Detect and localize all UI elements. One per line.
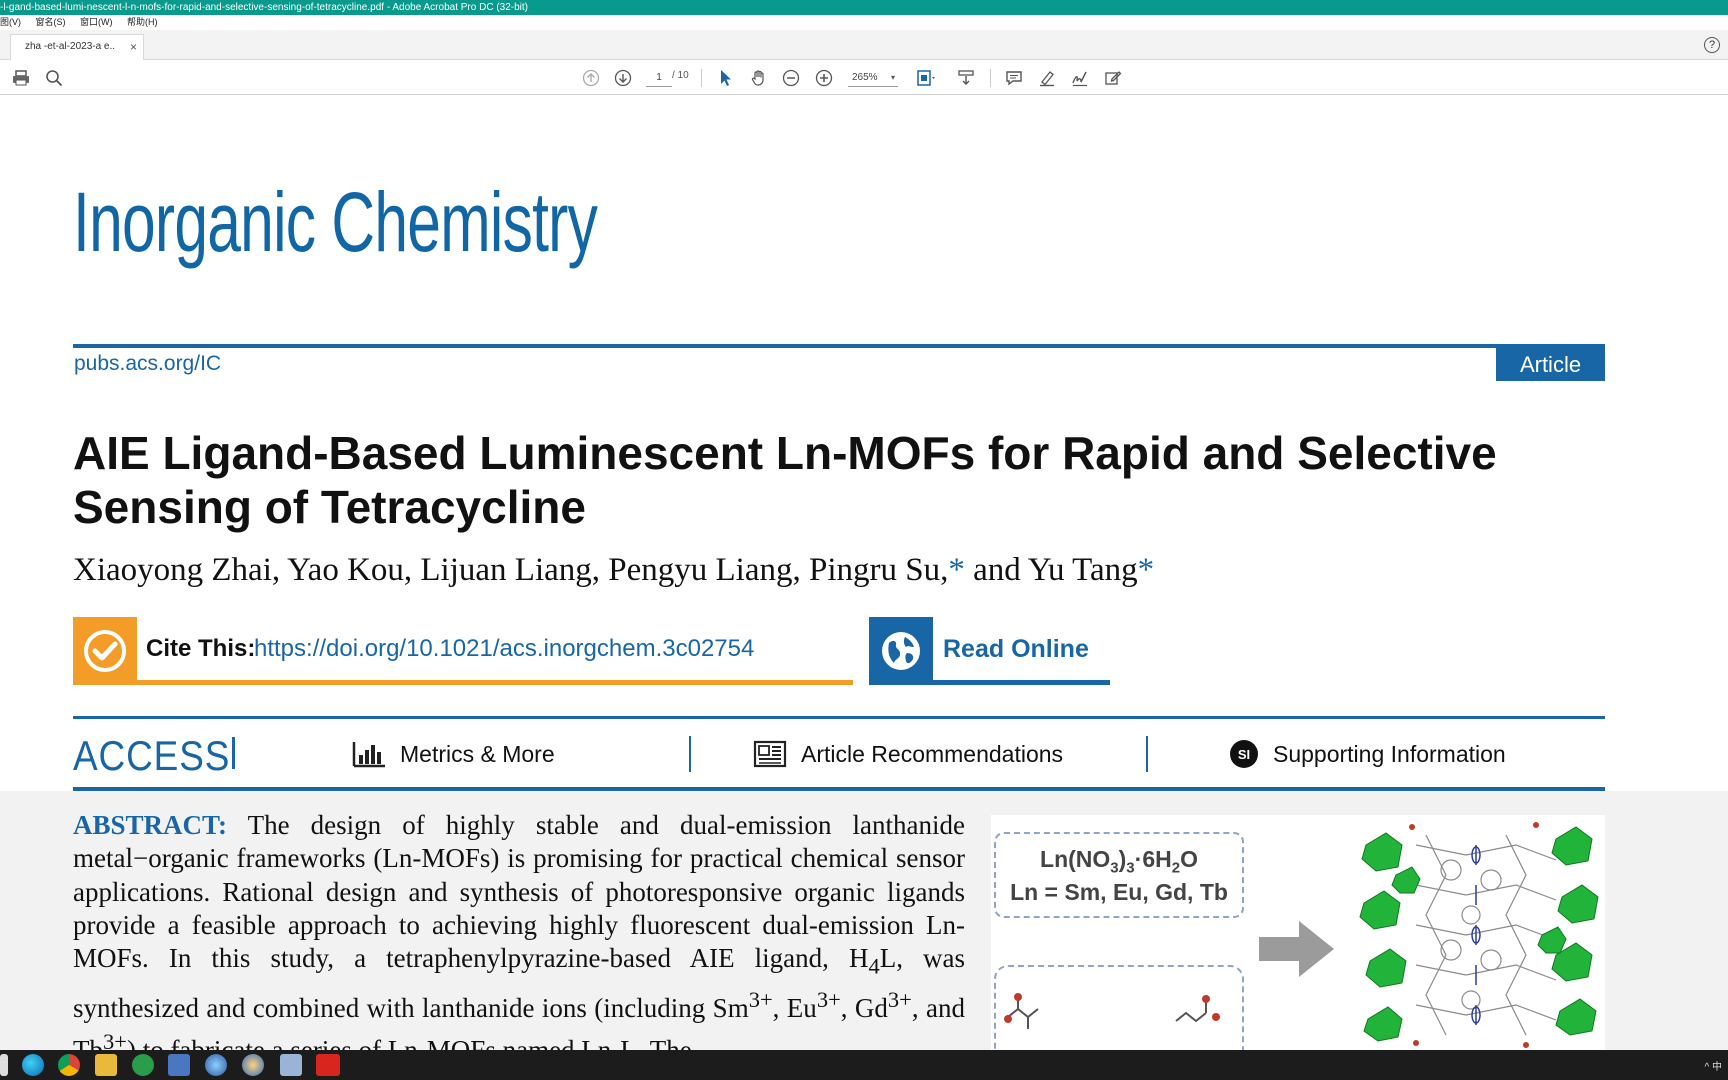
print-icon[interactable] xyxy=(10,66,32,90)
supporting-information-link[interactable]: SI Supporting Information xyxy=(1229,739,1506,769)
read-online-label: Read Online xyxy=(943,635,1089,663)
corresponding-author-mark[interactable]: * xyxy=(948,552,965,588)
metrics-more-label: Metrics & More xyxy=(400,740,555,767)
author-list: Xiaoyong Zhai, Yao Kou, Lijuan Liang, Pe… xyxy=(73,552,1154,589)
ligand-structure-box xyxy=(994,965,1244,1050)
page-total: / 10 xyxy=(672,70,689,81)
close-icon[interactable]: × xyxy=(130,35,137,59)
zoom-level-value: 265% xyxy=(852,72,878,83)
document-tab[interactable]: zha -et-al-2023-a e.. × xyxy=(10,34,144,60)
zoom-in-icon[interactable] xyxy=(813,66,835,90)
menu-sign[interactable]: 窗名(S) xyxy=(36,17,66,27)
help-icon[interactable]: ? xyxy=(1704,37,1720,53)
access-label: ACCESS xyxy=(73,732,231,779)
journal-title: Inorganic Chemistry xyxy=(73,175,598,269)
fit-page-icon[interactable] xyxy=(914,66,940,90)
doi-link[interactable]: https://doi.org/10.1021/acs.inorgchem.3c… xyxy=(254,635,754,663)
toolbar: / 10 265% ▾ xyxy=(0,61,1728,95)
article-type-badge: Article xyxy=(1496,348,1605,381)
article-recommendations-link[interactable]: Article Recommendations xyxy=(753,739,1063,769)
header-rule xyxy=(73,344,1605,348)
browser-icon[interactable] xyxy=(205,1054,227,1076)
folder-icon[interactable] xyxy=(95,1054,117,1076)
select-icon[interactable] xyxy=(716,66,736,90)
toolbar-divider xyxy=(990,69,991,87)
wechat-icon[interactable] xyxy=(132,1054,154,1076)
cite-label: Cite This: xyxy=(146,635,256,662)
window-title: -l-gand-based-lumi-nescent-l-n-mofs-for-… xyxy=(0,2,528,13)
authors-text: Xiaoyong Zhai, Yao Kou, Lijuan Liang, Pe… xyxy=(73,552,949,588)
toolbar-divider xyxy=(701,69,702,87)
corresponding-author-mark[interactable]: * xyxy=(1138,552,1155,588)
edge-icon[interactable] xyxy=(22,1054,44,1076)
right-arrow-icon xyxy=(1259,921,1334,977)
globe-icon xyxy=(869,617,933,685)
page-number-input[interactable] xyxy=(646,69,672,87)
paper-title: AIE Ligand-Based Luminescent Ln-MOFs for… xyxy=(73,427,1497,533)
si-icon-text: SI xyxy=(1238,747,1250,762)
search-icon[interactable] xyxy=(43,66,65,90)
toc-graphic: Ln(NO3)3·6H2O Ln = Sm, Eu, Gd, Tb xyxy=(991,815,1605,1050)
page-up-icon[interactable] xyxy=(580,66,602,90)
page-down-icon[interactable] xyxy=(612,66,634,90)
journal-site-link[interactable]: pubs.acs.org/IC xyxy=(74,352,221,376)
edit-icon[interactable] xyxy=(1102,66,1124,90)
access-divider xyxy=(232,737,235,769)
tab-bar: zha -et-al-2023-a e.. × ? xyxy=(0,30,1728,60)
access-separator xyxy=(689,736,691,772)
comment-icon[interactable] xyxy=(1003,66,1025,90)
crystal-structure-image xyxy=(1359,822,1599,1048)
article-recommendations-label: Article Recommendations xyxy=(801,740,1064,767)
access-rule-top xyxy=(73,716,1605,719)
zoom-out-icon[interactable] xyxy=(780,66,802,90)
ligand-structure-fragment xyxy=(1004,993,1220,1029)
pdf-page: Inorganic Chemistry pubs.acs.org/IC Arti… xyxy=(0,96,1728,1050)
sign-icon[interactable] xyxy=(1069,66,1091,90)
si-icon: SI xyxy=(1229,739,1259,769)
abstract-text: ABSTRACT: The design of highly stable an… xyxy=(73,810,966,1050)
start-icon[interactable] xyxy=(0,1054,8,1076)
authors-text-last: and Yu Tang xyxy=(964,552,1138,588)
menu-bar: 图(V) 窗名(S) 窗口(W) 帮助(H) xyxy=(0,15,1728,30)
taskbar: ^ 中 xyxy=(0,1050,1728,1080)
window-title-bar: -l-gand-based-lumi-nescent-l-n-mofs-for-… xyxy=(0,0,1728,15)
checkmark-icon xyxy=(73,617,137,685)
menu-window[interactable]: 窗口(W) xyxy=(80,17,113,27)
highlight-icon[interactable] xyxy=(1036,66,1058,90)
metrics-more-link[interactable]: Metrics & More xyxy=(352,739,555,769)
scroll-mode-icon[interactable] xyxy=(955,66,977,90)
zoom-level-select[interactable]: 265% ▾ xyxy=(848,69,898,87)
newspaper-icon xyxy=(753,740,787,768)
notes-icon[interactable] xyxy=(280,1054,302,1076)
menu-view[interactable]: 图(V) xyxy=(0,17,21,27)
cite-this-box: Cite This: https://doi.org/10.1021/acs.i… xyxy=(73,617,853,685)
read-online-button[interactable]: Read Online xyxy=(869,617,1110,685)
access-separator xyxy=(1146,736,1148,772)
acrobat-icon[interactable] xyxy=(316,1054,340,1076)
bar-chart-icon xyxy=(352,740,386,768)
menu-help[interactable]: 帮助(H) xyxy=(127,17,158,27)
app-icon[interactable] xyxy=(168,1054,190,1076)
abstract-label: ABSTRACT: xyxy=(73,810,228,840)
system-tray[interactable]: ^ 中 xyxy=(1705,1058,1722,1073)
chrome-icon[interactable] xyxy=(58,1054,80,1076)
reagent-box: Ln(NO3)3·6H2O Ln = Sm, Eu, Gd, Tb xyxy=(994,832,1244,918)
chevron-down-icon: ▾ xyxy=(890,73,895,82)
hand-icon[interactable] xyxy=(748,66,770,90)
supporting-information-label: Supporting Information xyxy=(1273,740,1506,767)
document-tab-label: zha -et-al-2023-a e.. xyxy=(25,41,116,52)
browser-icon[interactable] xyxy=(242,1054,264,1076)
reagent-lanthanides: Ln = Sm, Eu, Gd, Tb xyxy=(1010,878,1228,905)
reagent-formula: Ln(NO3)3·6H2O xyxy=(1040,846,1198,877)
